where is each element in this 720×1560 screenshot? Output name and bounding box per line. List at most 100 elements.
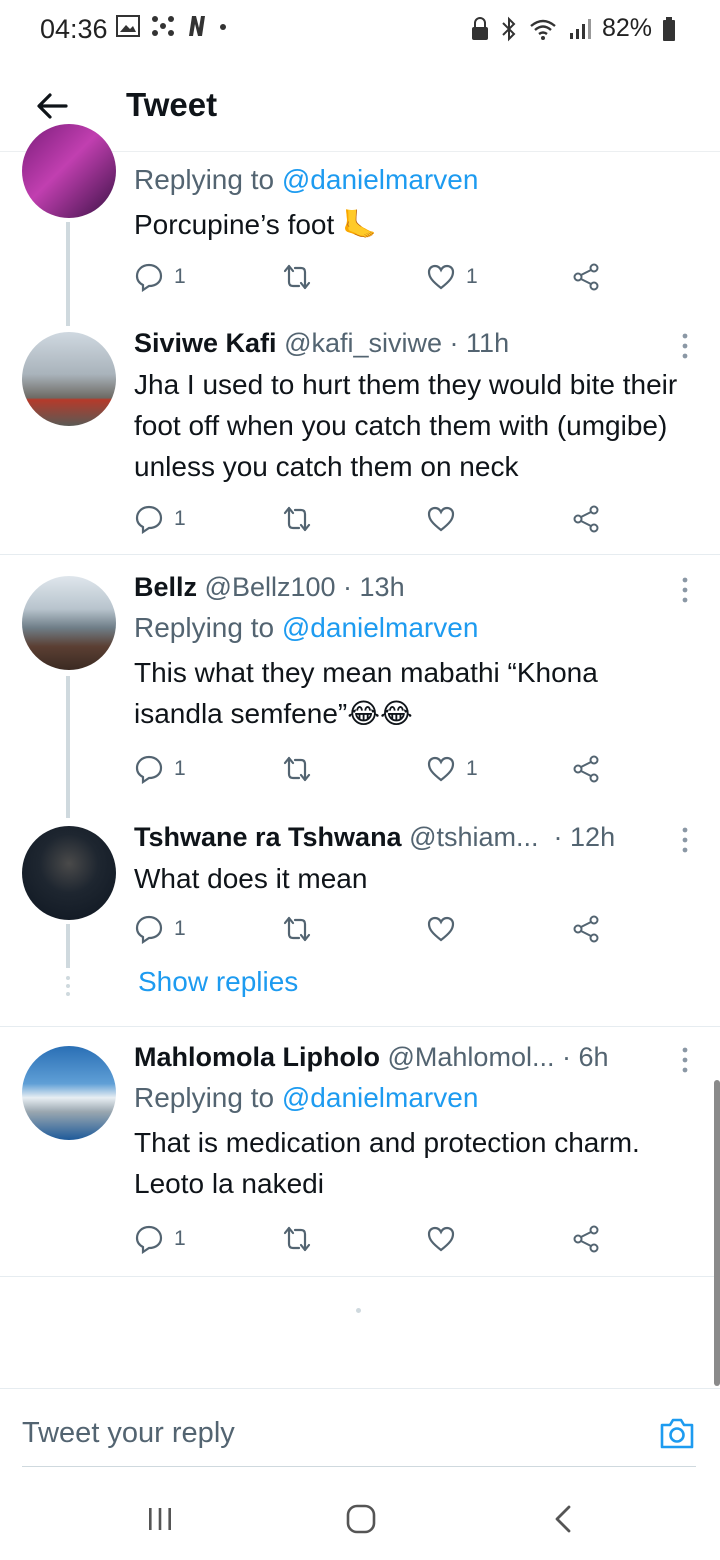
tweet-content: Mahlomola Lipholo @Mahlomol... · 6h Repl… xyxy=(134,1040,684,1204)
top-app-bar: Tweet xyxy=(0,58,720,152)
status-bar: 04:36 82% xyxy=(0,0,720,58)
tweet-content: Siviwe Kafi @kafi_siviwe · 11h Jha I use… xyxy=(134,326,684,487)
avatar[interactable] xyxy=(22,332,116,426)
mention-link[interactable]: @danielmarven xyxy=(282,612,479,643)
share-button[interactable] xyxy=(572,914,602,944)
retweet-icon xyxy=(283,264,311,290)
reply-button[interactable]: 1 xyxy=(134,1224,186,1254)
tweet-actions: 1 1 xyxy=(134,262,614,298)
avatar[interactable] xyxy=(22,1046,116,1140)
loading-indicator xyxy=(356,1308,361,1313)
tweet-actions: 1 1 xyxy=(134,754,614,790)
more-vertical-icon[interactable] xyxy=(680,332,690,360)
status-system-icons: 82% xyxy=(470,14,676,43)
divider xyxy=(0,1026,720,1027)
home-icon[interactable] xyxy=(346,1504,376,1534)
reply-icon xyxy=(135,915,163,944)
wifi-icon xyxy=(530,19,556,40)
replying-to: Replying to @danielmarven xyxy=(134,164,479,195)
avatar[interactable] xyxy=(22,124,116,218)
user-handle[interactable]: @Bellz100 xyxy=(205,570,336,604)
heart-icon xyxy=(427,916,455,942)
share-button[interactable] xyxy=(572,262,602,292)
retweet-button[interactable] xyxy=(282,754,312,784)
nav-back-icon[interactable] xyxy=(552,1504,574,1534)
replying-to: Replying to @danielmarven xyxy=(134,612,479,643)
like-button[interactable] xyxy=(426,914,466,944)
reply-count: 1 xyxy=(174,917,186,940)
heart-icon xyxy=(427,756,455,782)
tweet-content: Replying to @danielmarven Porcupine’s fo… xyxy=(134,160,684,245)
retweet-button[interactable] xyxy=(282,1224,312,1254)
share-button[interactable] xyxy=(572,504,602,534)
avatar[interactable] xyxy=(22,826,116,920)
composer-underline xyxy=(22,1466,696,1467)
reply-icon xyxy=(135,505,163,534)
avatar[interactable] xyxy=(22,576,116,670)
user-name[interactable]: Tshwane ra Tshwana xyxy=(134,820,402,854)
thread-line xyxy=(66,676,70,818)
like-count: 1 xyxy=(466,265,478,288)
tweet-header: Mahlomola Lipholo @Mahlomol... · 6h xyxy=(134,1040,684,1074)
more-vertical-icon[interactable] xyxy=(680,826,690,854)
like-button[interactable] xyxy=(426,504,466,534)
retweet-icon xyxy=(283,916,311,942)
like-button[interactable]: 1 xyxy=(426,754,478,784)
mention-link[interactable]: @danielmarven xyxy=(282,1082,479,1113)
netflix-n-icon xyxy=(189,16,205,36)
show-replies-link[interactable]: Show replies xyxy=(138,966,298,998)
share-icon xyxy=(573,263,599,291)
reply-count: 1 xyxy=(174,507,186,530)
reply-composer[interactable]: Tweet your reply xyxy=(0,1388,720,1468)
lock-icon xyxy=(471,16,488,40)
tweet-text: Porcupine’s foot 🦶 xyxy=(134,209,377,240)
reply-button[interactable]: 1 xyxy=(134,262,186,292)
like-button[interactable]: 1 xyxy=(426,262,478,292)
retweet-button[interactable] xyxy=(282,914,312,944)
user-name[interactable]: Mahlomola Lipholo xyxy=(134,1040,380,1074)
settings-nodes-icon xyxy=(152,16,174,36)
user-name[interactable]: Bellz xyxy=(134,570,197,604)
tweet-time: · 6h xyxy=(561,1042,609,1072)
heart-icon xyxy=(427,506,455,532)
tweet-text: This what they mean mabathi “Khona isand… xyxy=(134,657,598,729)
system-nav-bar xyxy=(0,1480,720,1560)
like-button[interactable] xyxy=(426,1224,466,1254)
like-count: 1 xyxy=(466,757,478,780)
share-button[interactable] xyxy=(572,754,602,784)
tweet-content: Bellz @Bellz100 · 13h Replying to @danie… xyxy=(134,570,684,734)
scrollbar[interactable] xyxy=(714,1080,720,1386)
mention-link[interactable]: @danielmarven xyxy=(282,164,479,195)
tweet-text: What does it mean xyxy=(134,863,368,894)
tweet-time: · 11h xyxy=(449,328,510,358)
back-arrow-icon[interactable] xyxy=(32,86,72,126)
tweet-actions: 1 xyxy=(134,1224,614,1260)
tweet-content: Tshwane ra Tshwana @tshiam... · 12h What… xyxy=(134,820,684,899)
reply-count: 1 xyxy=(174,1227,186,1250)
reply-button[interactable]: 1 xyxy=(134,914,186,944)
reply-button[interactable]: 1 xyxy=(134,754,186,784)
reply-input[interactable]: Tweet your reply xyxy=(22,1417,235,1450)
thread-dots xyxy=(66,976,70,1000)
recent-apps-icon[interactable] xyxy=(146,1506,174,1532)
more-vertical-icon[interactable] xyxy=(680,576,690,604)
reply-icon xyxy=(135,1225,163,1254)
share-icon xyxy=(573,505,599,533)
user-name[interactable]: Siviwe Kafi xyxy=(134,326,277,360)
reply-button[interactable]: 1 xyxy=(134,504,186,534)
user-handle[interactable]: @Mahlomol... xyxy=(388,1040,555,1074)
more-vertical-icon[interactable] xyxy=(680,1046,690,1074)
gallery-icon xyxy=(116,15,140,37)
user-handle[interactable]: @tshiam... xyxy=(409,820,538,854)
reply-icon xyxy=(135,755,163,784)
share-button[interactable] xyxy=(572,1224,602,1254)
camera-icon[interactable] xyxy=(658,1415,696,1451)
divider xyxy=(0,554,720,555)
user-handle[interactable]: @kafi_siviwe xyxy=(284,326,442,360)
dot-icon xyxy=(220,24,226,30)
retweet-icon xyxy=(283,1226,311,1252)
replying-to: Replying to @danielmarven xyxy=(134,1082,479,1113)
retweet-button[interactable] xyxy=(282,262,312,292)
tweet-actions: 1 xyxy=(134,504,614,540)
retweet-button[interactable] xyxy=(282,504,312,534)
